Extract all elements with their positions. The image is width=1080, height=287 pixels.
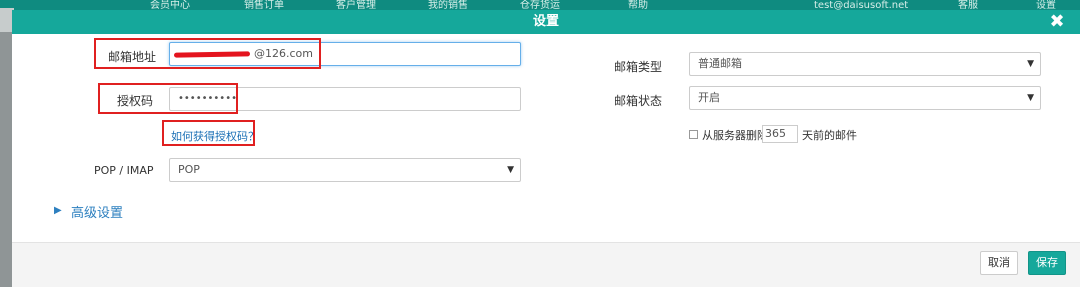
annotation-box-auth-code <box>98 83 238 114</box>
dialog-footer: 取消 保存 <box>12 242 1080 287</box>
mailbox-type-value: 普通邮箱 <box>698 57 742 70</box>
mailbox-status-label: 邮箱状态 <box>614 94 663 108</box>
protocol-value: POP <box>178 163 200 176</box>
chevron-down-icon: ▼ <box>1027 93 1034 103</box>
settings-dialog: 设置 ✖ 邮箱地址 @126.com 授权码 •••••••••• 如何获得授权… <box>12 10 1080 287</box>
delete-from-server-label: 从服务器删除 <box>702 129 768 142</box>
close-icon[interactable]: ✖ <box>1046 11 1068 33</box>
dialog-title: 设置 <box>532 14 559 29</box>
chevron-down-icon: ▼ <box>507 165 514 175</box>
mailbox-status-select[interactable]: 开启 ▼ <box>689 86 1041 110</box>
delete-days-suffix: 天前的邮件 <box>802 129 857 142</box>
advanced-settings-toggle[interactable]: 高级设置 <box>71 202 123 221</box>
protocol-select[interactable]: POP ▼ <box>169 158 521 182</box>
save-button[interactable]: 保存 <box>1028 251 1066 275</box>
delete-from-server-checkbox[interactable] <box>689 130 698 139</box>
dialog-body: 邮箱地址 @126.com 授权码 •••••••••• 如何获得授权码？ PO… <box>12 34 1080 242</box>
delete-days-input[interactable]: 365 <box>762 125 798 143</box>
caret-right-icon[interactable]: ▶ <box>54 205 62 216</box>
mailbox-status-value: 开启 <box>698 91 720 104</box>
mailbox-type-select[interactable]: 普通邮箱 ▼ <box>689 52 1041 76</box>
dialog-header: 设置 ✖ <box>12 10 1080 34</box>
cancel-button[interactable]: 取消 <box>980 251 1018 275</box>
protocol-label: POP / IMAP <box>94 164 154 177</box>
mailbox-type-label: 邮箱类型 <box>614 60 663 74</box>
annotation-box-email <box>94 38 321 69</box>
chevron-down-icon: ▼ <box>1027 59 1034 69</box>
annotation-box-help-link <box>162 120 255 146</box>
